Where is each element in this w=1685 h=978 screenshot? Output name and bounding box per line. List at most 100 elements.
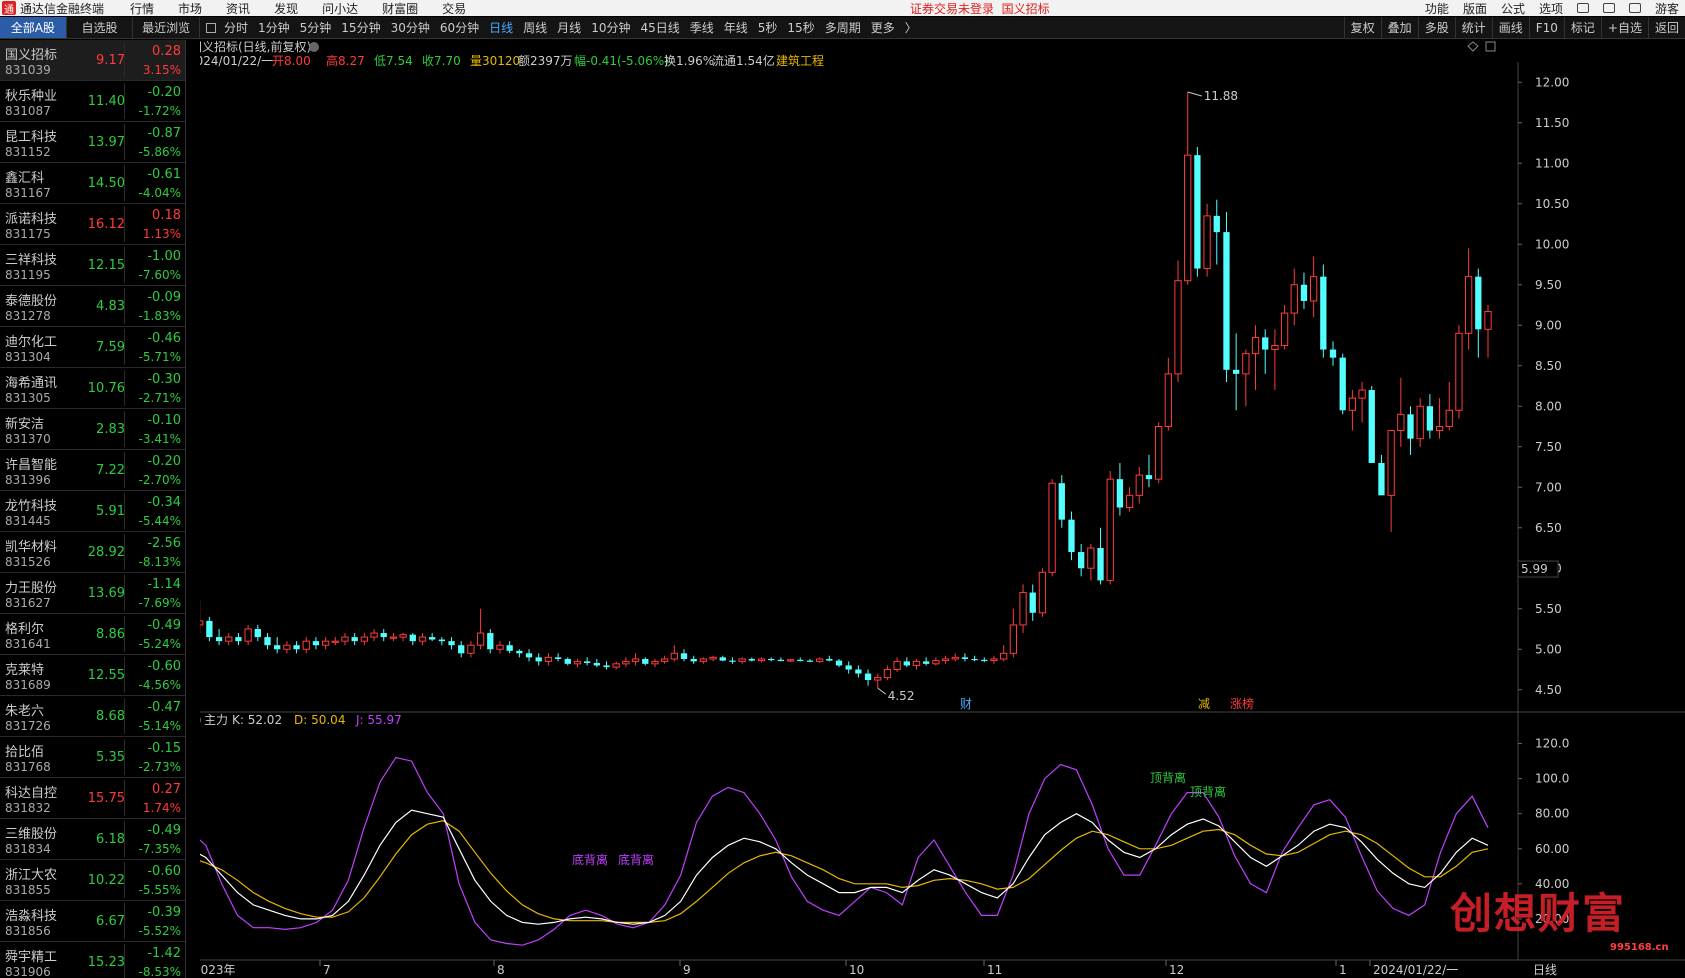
toolbar-right-3[interactable]: 统计 — [1454, 16, 1492, 39]
period-15[interactable]: 多周期 — [825, 19, 861, 36]
stock-change: -0.20 — [147, 454, 181, 469]
menu-market-2[interactable]: 市场 — [178, 0, 202, 17]
period-12[interactable]: 年线 — [724, 19, 748, 36]
stock-row[interactable]: 克莱特 831689 12.55 -0.60 -4.56% — [0, 655, 185, 696]
period-11[interactable]: 季线 — [690, 19, 714, 36]
login-warning[interactable]: 证券交易未登录 国义招标 — [910, 0, 1050, 17]
message-icon[interactable] — [1628, 3, 1641, 13]
chart-sector: 建筑工程 — [776, 53, 824, 68]
phone-icon[interactable] — [1602, 3, 1615, 13]
candle-body — [1387, 430, 1395, 496]
high-pointer — [1187, 91, 1202, 97]
stock-row[interactable]: 新安洁 831370 2.83 -0.10 -3.41% — [0, 409, 185, 450]
stock-row[interactable]: 凯华材料 831526 28.92 -2.56 -8.13% — [0, 532, 185, 573]
period-3[interactable]: 15分钟 — [341, 19, 380, 36]
period-16[interactable]: 更多 — [871, 19, 895, 36]
indicator-dropdown-icon — [200, 717, 201, 723]
stock-row[interactable]: 秋乐种业 831087 11.40 -0.20 -1.72% — [0, 81, 185, 122]
price-tick-label: 4.50 — [1535, 683, 1562, 697]
stock-row[interactable]: 力王股份 831627 13.69 -1.14 -7.69% — [0, 573, 185, 614]
period-4[interactable]: 30分钟 — [391, 19, 430, 36]
toolbar-right-1[interactable]: 叠加 — [1380, 16, 1418, 39]
candle-body — [429, 637, 436, 640]
stock-row[interactable]: 鑫汇科 831167 14.50 -0.61 -4.04% — [0, 163, 185, 204]
stock-row[interactable]: 朱老六 831726 8.68 -0.47 -5.14% — [0, 696, 185, 737]
stock-row[interactable]: 国义招标 831039 9.17 0.28 3.15% — [0, 40, 185, 81]
stock-row[interactable]: 三祥科技 831195 12.15 -1.00 -7.60% — [0, 245, 185, 286]
stock-row[interactable]: 海希通讯 831305 10.76 -0.30 -2.71% — [0, 368, 185, 409]
candle-body — [932, 660, 940, 665]
stock-row[interactable]: 许昌智能 831396 7.22 -0.20 -2.70% — [0, 450, 185, 491]
period-2[interactable]: 5分钟 — [300, 19, 332, 36]
period-13[interactable]: 5秒 — [758, 19, 778, 36]
chart-date: 2024/01/22/一 — [200, 54, 273, 68]
period-7[interactable]: 周线 — [523, 19, 547, 36]
period-0[interactable]: 分时 — [224, 19, 248, 36]
toolbar-right-8[interactable]: 返回 — [1647, 16, 1685, 39]
toolbar-right-4[interactable]: 画线 — [1491, 16, 1529, 39]
menu-options[interactable]: 选项 — [1539, 0, 1563, 17]
stock-price: 10.22 — [87, 873, 125, 888]
period-9[interactable]: 10分钟 — [591, 19, 630, 36]
price-tick-label: 12.00 — [1535, 75, 1569, 89]
stock-price: 5.91 — [96, 504, 125, 519]
candle-body — [496, 644, 504, 650]
tab-all-a-shares[interactable]: 全部A股 — [0, 17, 67, 38]
more-arrow-icon[interactable]: 〉 — [905, 19, 917, 36]
menu-formula[interactable]: 公式 — [1501, 0, 1525, 17]
stock-row[interactable]: 昆工科技 831152 13.97 -0.87 -5.86% — [0, 122, 185, 163]
divergence-label: 顶背离 — [1150, 770, 1186, 785]
stock-row[interactable]: 派诺科技 831175 16.12 0.18 1.13% — [0, 204, 185, 245]
menu-news[interactable]: 资讯 — [226, 0, 250, 17]
stock-row[interactable]: 浙江大农 831855 10.22 -0.60 -5.55% — [0, 860, 185, 901]
menu-wealth[interactable]: 财富圈 — [382, 0, 418, 17]
tab-recent[interactable]: 最近浏览 — [133, 17, 201, 38]
stock-price: 5.35 — [96, 750, 125, 765]
help-icon[interactable] — [1576, 3, 1589, 13]
stock-row[interactable]: 舜宇精工 831906 15.23 -1.42 -8.53% — [0, 942, 185, 978]
candle-body — [826, 658, 833, 661]
layout-toggle-icon[interactable] — [206, 22, 216, 33]
candle-body — [1000, 652, 1008, 660]
candle-body — [200, 620, 204, 626]
candle-body — [777, 659, 785, 661]
menu-trade[interactable]: 交易 — [442, 0, 466, 17]
toolbar-right-7[interactable]: +自选 — [1600, 16, 1648, 39]
toolbar-right-0[interactable]: 复权 — [1343, 16, 1381, 39]
period-5[interactable]: 60分钟 — [440, 19, 479, 36]
guest-user[interactable]: 游客 — [1655, 0, 1679, 17]
candlestick-chart[interactable]: 国义招标(日线,前复权)2024/01/22/一开8.00高8.27低7.54收… — [200, 40, 1685, 978]
stock-row[interactable]: 拾比佰 831768 5.35 -0.15 -2.73% — [0, 737, 185, 778]
stock-row[interactable]: 泰德股份 831278 4.83 -0.09 -1.83% — [0, 286, 185, 327]
stock-list: 国义招标 831039 9.17 0.28 3.15% 秋乐种业 831087 11.40 -0… — [0, 40, 186, 978]
stock-row[interactable]: 格利尔 831641 8.86 -0.49 -5.24% — [0, 614, 185, 655]
period-10[interactable]: 45日线 — [640, 19, 679, 36]
toolbar-right-5[interactable]: F10 — [1528, 16, 1564, 39]
menu-market[interactable]: 行情 — [130, 0, 154, 17]
menu-layout[interactable]: 版面 — [1463, 0, 1487, 17]
period-14[interactable]: 15秒 — [787, 19, 814, 36]
menu-discover[interactable]: 发现 — [274, 0, 298, 17]
column-divider — [124, 493, 125, 529]
stock-row[interactable]: 龙竹科技 831445 5.91 -0.34 -5.44% — [0, 491, 185, 532]
stock-row[interactable]: 科达自控 831832 15.75 0.27 1.74% — [0, 778, 185, 819]
column-divider — [124, 575, 125, 611]
candle-body — [1475, 276, 1482, 330]
time-axis-label: 12 — [1169, 963, 1184, 977]
toolbar-right-6[interactable]: 标记 — [1563, 16, 1601, 39]
stock-row[interactable]: 三维股份 831834 6.18 -0.49 -7.35% — [0, 819, 185, 860]
column-divider — [124, 534, 125, 570]
period-1[interactable]: 1分钟 — [258, 19, 290, 36]
menu-function[interactable]: 功能 — [1425, 0, 1449, 17]
column-divider — [124, 83, 125, 119]
toolbar-right-2[interactable]: 多股 — [1417, 16, 1455, 39]
period-8[interactable]: 月线 — [557, 19, 581, 36]
stock-row[interactable]: 浩淼科技 831856 6.67 -0.39 -5.52% — [0, 901, 185, 942]
period-6[interactable]: 日线 — [489, 19, 513, 36]
stock-row[interactable]: 迪尔化工 831304 7.59 -0.46 -5.71% — [0, 327, 185, 368]
candle-body — [971, 658, 978, 661]
current-price-marker: 5.99 — [1521, 562, 1548, 576]
menu-ask[interactable]: 问小达 — [322, 0, 358, 17]
stock-percent: -5.44% — [138, 514, 181, 528]
tab-watchlist[interactable]: 自选股 — [67, 17, 134, 38]
